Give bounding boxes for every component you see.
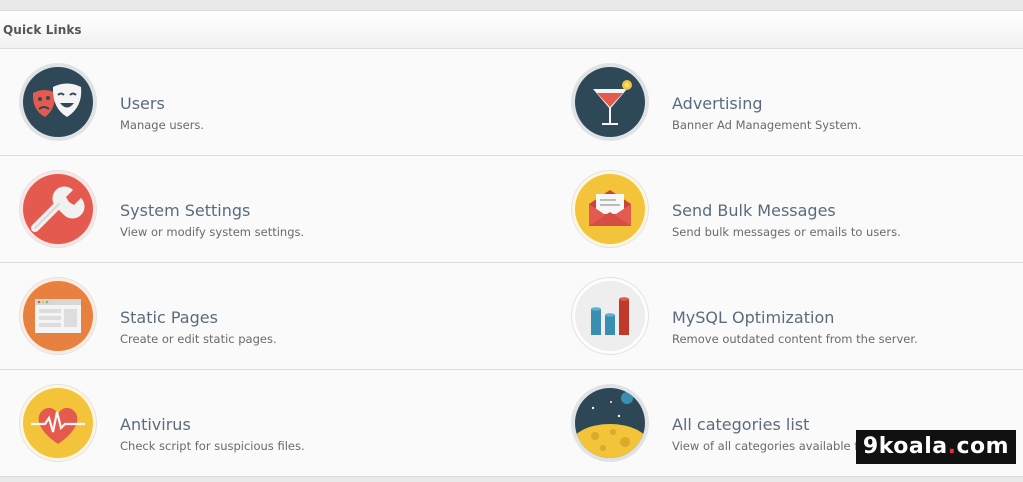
- watermark-logo: 9koala.com: [856, 430, 1016, 464]
- moon-planet-icon: [572, 385, 648, 461]
- watermark-domain: com: [956, 434, 1010, 459]
- link-description: Check script for suspicious files.: [120, 439, 305, 453]
- link-description: Remove outdated content from the server.: [672, 332, 918, 346]
- link-description: View or modify system settings.: [120, 225, 305, 239]
- link-description: Create or edit static pages.: [120, 332, 277, 346]
- link-title: Send Bulk Messages: [672, 201, 836, 220]
- wrench-icon: [20, 171, 96, 247]
- quick-links-panel: Quick Links Users Manage users. Advertis…: [0, 10, 1023, 477]
- heart-pulse-icon: [20, 385, 96, 461]
- link-title: Users: [120, 94, 165, 113]
- quick-link-advertising[interactable]: Advertising Banner Ad Management System.: [572, 49, 1023, 155]
- link-title: All categories list: [672, 415, 810, 434]
- quick-links-row: Users Manage users. Advertising Banner A…: [0, 49, 1023, 156]
- link-description: View of all categories available fo: [672, 439, 866, 453]
- link-description: Banner Ad Management System.: [672, 118, 862, 132]
- cocktail-icon: [572, 64, 648, 140]
- quick-links-row: System Settings View or modify system se…: [0, 156, 1023, 263]
- link-description: Send bulk messages or emails to users.: [672, 225, 901, 239]
- bar-chart-icon: [572, 278, 648, 354]
- quick-link-antivirus[interactable]: Antivirus Check script for suspicious fi…: [20, 370, 520, 476]
- quick-link-users[interactable]: Users Manage users.: [20, 49, 520, 155]
- link-title: Advertising: [672, 94, 763, 113]
- theater-masks-icon: [20, 64, 96, 140]
- envelope-icon: [572, 171, 648, 247]
- link-title: Antivirus: [120, 415, 191, 434]
- browser-window-icon: [20, 278, 96, 354]
- quick-link-send-bulk-messages[interactable]: Send Bulk Messages Send bulk messages or…: [572, 156, 1023, 262]
- quick-link-system-settings[interactable]: System Settings View or modify system se…: [20, 156, 520, 262]
- panel-header: Quick Links: [0, 11, 1023, 49]
- quick-link-mysql-optimization[interactable]: MySQL Optimization Remove outdated conte…: [572, 263, 1023, 369]
- watermark-text: 9koala: [862, 434, 948, 459]
- link-description: Manage users.: [120, 118, 205, 132]
- link-title: System Settings: [120, 201, 251, 220]
- link-title: MySQL Optimization: [672, 308, 835, 327]
- link-title: Static Pages: [120, 308, 218, 327]
- quick-links-row: Static Pages Create or edit static pages…: [0, 263, 1023, 370]
- panel-title: Quick Links: [3, 22, 82, 37]
- quick-link-static-pages[interactable]: Static Pages Create or edit static pages…: [20, 263, 520, 369]
